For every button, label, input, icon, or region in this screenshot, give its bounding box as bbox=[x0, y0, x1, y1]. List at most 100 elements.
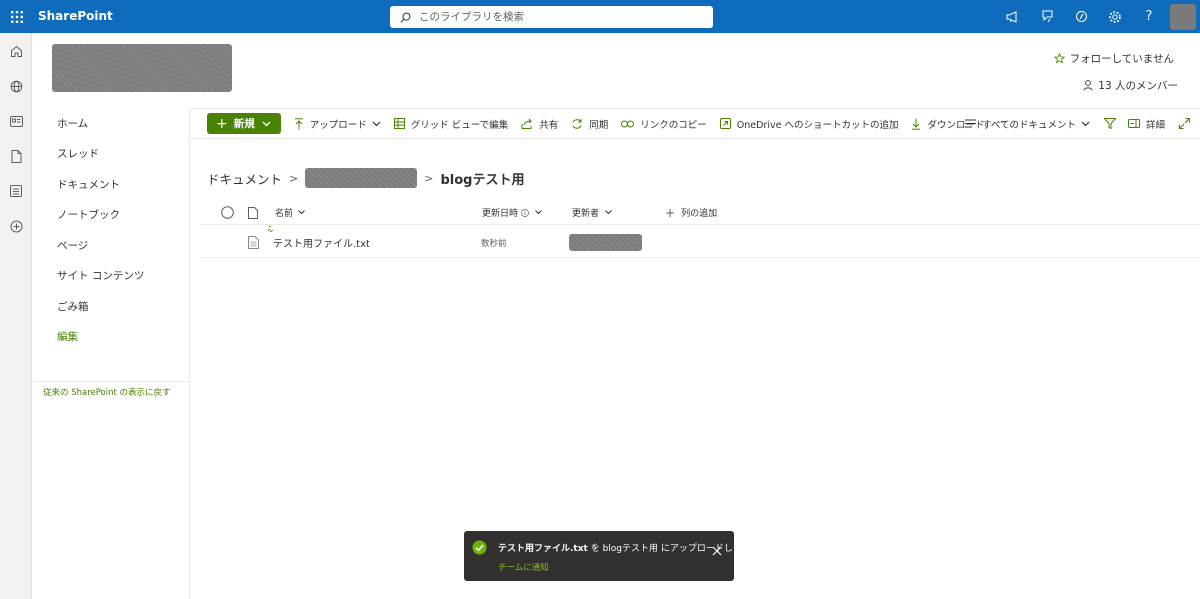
add-column-label: 列の追加 bbox=[681, 209, 718, 219]
chevron-down-icon bbox=[1081, 121, 1090, 126]
breadcrumb-redacted[interactable] bbox=[305, 168, 418, 188]
view-label: すべてのドキュメント bbox=[982, 119, 1076, 131]
star-icon bbox=[1053, 53, 1065, 64]
sync-label: 同期 bbox=[589, 119, 609, 131]
suite-header: SharePoint ? bbox=[0, 0, 1200, 33]
expand-button[interactable] bbox=[1179, 118, 1190, 129]
toast-tail: にアップロードしました bbox=[658, 544, 760, 554]
check-circle-icon bbox=[472, 540, 487, 559]
copilot-icon[interactable] bbox=[1064, 0, 1098, 33]
notify-team-link[interactable]: チームに通知 bbox=[498, 561, 549, 573]
grid-icon bbox=[393, 118, 405, 129]
share-label: 共有 bbox=[539, 119, 559, 131]
plus-icon: + bbox=[665, 205, 676, 220]
link-icon bbox=[621, 120, 635, 127]
toast-mid: を bbox=[587, 544, 603, 554]
news-icon[interactable] bbox=[0, 104, 32, 138]
redacted-user bbox=[569, 234, 642, 251]
file-name-link[interactable]: テスト用ファイル.txt bbox=[273, 227, 370, 258]
nav-divider bbox=[33, 381, 190, 382]
nav-item-threads[interactable]: スレッド bbox=[33, 139, 189, 170]
search-icon bbox=[400, 12, 411, 23]
follow-label: フォローしていません bbox=[1069, 53, 1174, 65]
file-icon[interactable] bbox=[0, 139, 32, 173]
plus-icon: + bbox=[216, 115, 228, 132]
feedback-icon[interactable] bbox=[1030, 0, 1064, 33]
toast-folder: blogテスト用 bbox=[602, 544, 659, 554]
home-icon[interactable] bbox=[0, 34, 32, 68]
info-icon bbox=[521, 208, 529, 217]
column-modified-by[interactable]: 更新者 bbox=[572, 200, 612, 225]
nav-item-recycle-bin[interactable]: ごみ箱 bbox=[33, 291, 189, 322]
filter-icon bbox=[1103, 118, 1116, 129]
info-pane-icon bbox=[1127, 119, 1140, 128]
help-icon[interactable]: ? bbox=[1132, 0, 1166, 33]
site-logo[interactable] bbox=[52, 44, 232, 92]
app-rail bbox=[0, 33, 32, 599]
command-bar-right: すべてのドキュメント 詳細 bbox=[952, 109, 1200, 138]
modified-cell: 数秒前 bbox=[481, 238, 507, 249]
globe-icon[interactable] bbox=[0, 69, 32, 103]
column-modified[interactable]: 更新日時 bbox=[482, 200, 542, 225]
lists-icon[interactable] bbox=[0, 174, 32, 208]
header-actions: ? bbox=[996, 0, 1200, 33]
new-button[interactable]: + 新規 bbox=[207, 113, 281, 134]
person-icon bbox=[1083, 80, 1093, 91]
filter-button[interactable] bbox=[1103, 118, 1122, 129]
upload-label: アップロード bbox=[309, 119, 367, 131]
column-modified-by-label: 更新者 bbox=[572, 209, 600, 219]
grid-edit-label: グリッド ビューで編集 bbox=[410, 119, 509, 131]
add-circle-icon[interactable] bbox=[0, 209, 32, 243]
nav-item-notebook[interactable]: ノートブック bbox=[33, 200, 189, 231]
follow-button[interactable]: フォローしていません bbox=[1053, 51, 1174, 66]
view-switcher[interactable]: すべてのドキュメント bbox=[965, 117, 1090, 131]
close-icon[interactable] bbox=[712, 541, 722, 560]
return-to-classic-link[interactable]: 従来の SharePoint の表示に戻す bbox=[43, 386, 171, 398]
search-box[interactable] bbox=[390, 6, 713, 28]
column-name[interactable]: 名前 bbox=[275, 200, 305, 225]
table-row[interactable]: テスト用ファイル.txt 数秒前 bbox=[200, 225, 1200, 258]
gear-icon[interactable] bbox=[1098, 0, 1132, 33]
grid-edit-button[interactable]: グリッド ビューで編集 bbox=[393, 117, 509, 131]
upload-button[interactable]: アップロード bbox=[294, 117, 381, 131]
column-modified-label: 更新日時 bbox=[482, 209, 519, 219]
column-name-label: 名前 bbox=[275, 209, 294, 219]
sync-button[interactable]: 同期 bbox=[571, 117, 608, 131]
left-navigation: ホーム スレッド ドキュメント ノートブック ページ サイト コンテンツ ごみ箱… bbox=[33, 108, 190, 599]
onedrive-shortcut-label: OneDrive へのショートカットの追加 bbox=[736, 119, 899, 131]
breadcrumb: ドキュメント > > blogテスト用 bbox=[207, 168, 524, 188]
app-brand[interactable]: SharePoint bbox=[38, 9, 113, 23]
nav-item-home[interactable]: ホーム bbox=[33, 108, 189, 139]
command-bar: + 新規 アップロード グリッド ビューで編集 共有 同期 リンクのコピー On… bbox=[190, 108, 1200, 139]
nav-edit-link[interactable]: 編集 bbox=[33, 322, 189, 353]
modified-by-cell[interactable] bbox=[569, 227, 642, 258]
chevron-down-icon bbox=[535, 210, 542, 215]
sync-icon bbox=[572, 118, 582, 129]
txt-file-icon bbox=[248, 227, 259, 258]
avatar[interactable] bbox=[1170, 3, 1196, 30]
members-label: 13 人のメンバー bbox=[1098, 80, 1178, 92]
add-column-button[interactable]: + 列の追加 bbox=[665, 200, 717, 225]
chevron-down-icon bbox=[605, 210, 612, 215]
nav-item-documents[interactable]: ドキュメント bbox=[33, 169, 189, 200]
members-button[interactable]: 13 人のメンバー bbox=[1083, 78, 1178, 93]
select-all-checkbox[interactable] bbox=[221, 200, 234, 225]
details-pane-button[interactable]: 詳細 bbox=[1127, 117, 1165, 131]
app-launcher-icon[interactable] bbox=[0, 0, 33, 33]
copy-link-button[interactable]: リンクのコピー bbox=[621, 117, 707, 131]
view-lines-icon bbox=[965, 119, 977, 128]
chevron-down-icon bbox=[262, 121, 271, 126]
file-type-icon[interactable] bbox=[248, 200, 258, 225]
megaphone-icon[interactable] bbox=[996, 0, 1030, 33]
search-input[interactable] bbox=[419, 11, 699, 23]
share-button[interactable]: 共有 bbox=[521, 117, 558, 131]
shortcut-icon bbox=[719, 118, 731, 129]
breadcrumb-current: blogテスト用 bbox=[440, 172, 525, 188]
nav-item-site-contents[interactable]: サイト コンテンツ bbox=[33, 261, 189, 292]
breadcrumb-root[interactable]: ドキュメント bbox=[207, 169, 282, 188]
nav-item-pages[interactable]: ページ bbox=[33, 230, 189, 261]
upload-toast: テスト用ファイル.txt を blogテスト用 にアップロードしました チームに… bbox=[464, 531, 760, 581]
expand-icon bbox=[1179, 118, 1190, 129]
chevron-down-icon bbox=[372, 121, 381, 126]
onedrive-shortcut-button[interactable]: OneDrive へのショートカットの追加 bbox=[719, 117, 899, 131]
